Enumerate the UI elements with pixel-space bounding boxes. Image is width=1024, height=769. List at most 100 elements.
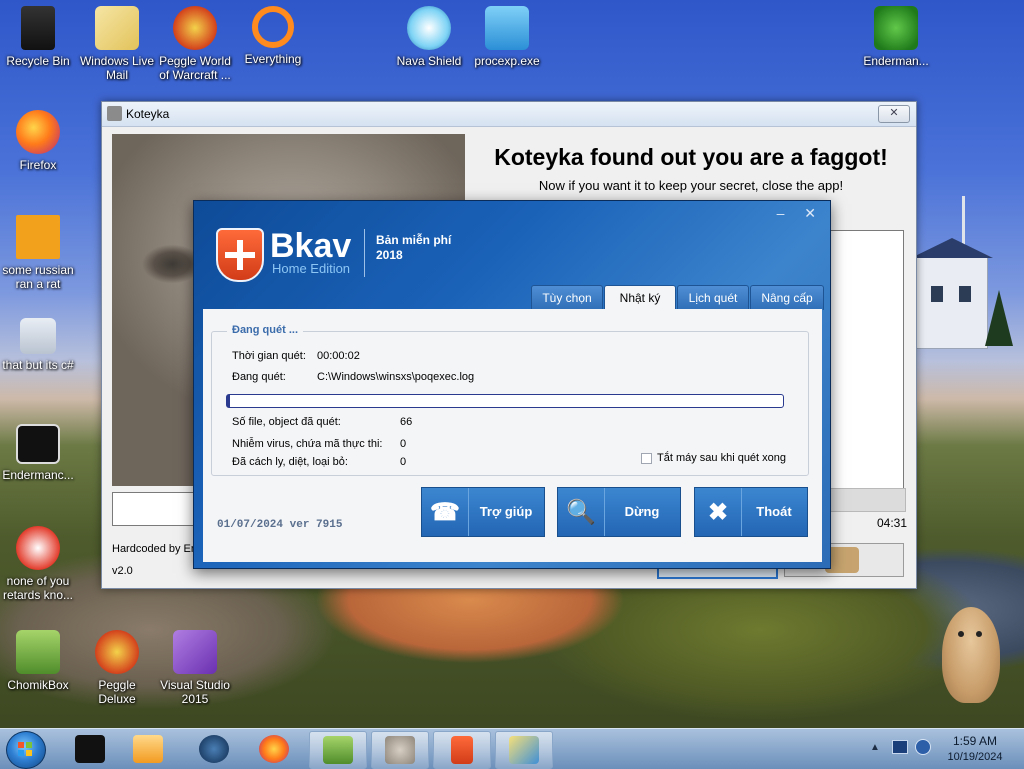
taskbar-item-media-player[interactable] (120, 731, 176, 767)
desktop-icon-label: Firefox (19, 158, 57, 172)
peggle-icon (95, 630, 139, 674)
tab-log[interactable]: Nhật ký (604, 285, 676, 311)
desktop-icon-peggle-wow[interactable]: Peggle World of Warcraft ... (157, 6, 233, 82)
desktop-icon-label: none of you retards kno... (2, 574, 74, 602)
firefox-icon (16, 110, 60, 154)
scan-panel: Đang quét ... Thời gian quét: 00:00:02 Đ… (203, 309, 822, 562)
countdown-progress (828, 488, 906, 512)
desktop-icon-that-but-its-csharp[interactable]: that but its c# (0, 318, 76, 372)
headline: Koteyka found out you are a faggot! (494, 144, 888, 170)
desktop-icon-none-of-you[interactable]: none of you retards kno... (0, 526, 76, 602)
koteyka-titlebar[interactable]: Koteyka ✕ (102, 102, 916, 127)
tab-options[interactable]: Tùy chọn (531, 285, 603, 310)
hamster-eye (976, 631, 982, 637)
infected-value: 0 (400, 438, 407, 450)
cat-icon (385, 736, 415, 764)
desktop-icon-some-russian[interactable]: some russian ran a rat (0, 215, 76, 291)
desktop-icon-visual-studio[interactable]: Visual Studio 2015 (157, 630, 233, 706)
desktop-icon-everything[interactable]: Everything (235, 6, 311, 66)
app-icon (509, 736, 539, 764)
input-box[interactable] (112, 492, 200, 526)
window-title: Koteyka (126, 107, 170, 121)
app-icon (16, 526, 60, 570)
desktop-icon-label: Nava Shield (396, 54, 462, 68)
tray-expand-icon[interactable]: ▲ (870, 742, 880, 753)
hamster-desktop-pet[interactable] (942, 607, 1000, 703)
help-button[interactable]: ☎ Trợ giúp (421, 487, 545, 537)
version-label: v2.0 (112, 565, 133, 577)
desktop-icon-recycle-bin[interactable]: Recycle Bin (0, 6, 76, 68)
exit-button-label: Thoát (756, 504, 792, 519)
desktop-icon-peggle-deluxe[interactable]: Peggle Deluxe (79, 630, 155, 706)
bkav-logo-icon (216, 228, 264, 282)
desktop-icon-label: Visual Studio 2015 (160, 678, 230, 706)
volume-icon[interactable] (915, 739, 931, 755)
taskbar-item-chomikbox[interactable] (309, 731, 367, 769)
desktop-icon-procexp[interactable]: procexp.exe (469, 6, 545, 68)
wallpaper-tree (985, 290, 1013, 346)
mail-icon (95, 6, 139, 50)
chomikbox-icon (323, 736, 353, 764)
taskbar-item-bkav[interactable] (433, 731, 491, 769)
desktop-icon-label: procexp.exe (474, 54, 540, 68)
globe-icon (199, 735, 229, 763)
taskbar-item-recycle[interactable] (62, 731, 118, 767)
network-icon[interactable] (892, 740, 908, 754)
console-icon (16, 424, 60, 464)
desktop-icon-label: Enderman... (863, 54, 929, 68)
chomikbox-icon (16, 630, 60, 674)
taskbar: ▲ 1:59 AM 10/19/2024 (0, 728, 1024, 769)
process-explorer-icon (485, 6, 529, 50)
cat-icon (107, 106, 122, 121)
visual-studio-icon (173, 630, 217, 674)
desktop-icon-enderman[interactable]: Enderman... (858, 6, 934, 68)
start-button[interactable] (6, 731, 46, 769)
desktop-icon-label: Windows Live Mail (79, 54, 155, 82)
house-window (959, 286, 971, 302)
search-icon: 🔍 (558, 488, 605, 536)
close-button[interactable]: ✕ (878, 105, 910, 123)
taskbar-item-koteyka[interactable] (371, 731, 429, 769)
clock-time[interactable]: 1:59 AM (940, 734, 1010, 748)
scan-time-label: Thời gian quét: (232, 350, 306, 362)
infected-label: Nhiễm virus, chứa mã thực thi: (232, 438, 383, 450)
desktop-icon-label: Peggle World of Warcraft ... (159, 54, 231, 82)
taskbar-item-globe[interactable] (186, 731, 242, 767)
hamster-eye (958, 631, 964, 637)
bkav-shield-icon (451, 736, 473, 764)
stop-button-label: Dừng (624, 504, 660, 519)
free-label: Bản miễn phí (376, 233, 452, 247)
shutdown-checkbox-label[interactable]: Tắt máy sau khi quét xong (657, 452, 786, 464)
shutdown-checkbox[interactable] (641, 453, 652, 464)
scanning-path: C:\Windows\winsxs\poqexec.log (317, 371, 475, 383)
taskbar-item-firefox[interactable] (246, 731, 302, 767)
firefox-icon (259, 735, 289, 763)
window-stack-icon (20, 318, 56, 354)
tab-schedule[interactable]: Lịch quét (677, 285, 749, 310)
desktop-icon-label: Endermanc... (2, 468, 74, 482)
peggle-icon (173, 6, 217, 50)
stop-button[interactable]: 🔍 Dừng (557, 487, 681, 537)
files-scanned-label: Số file, object đã quét: (232, 416, 341, 428)
scan-time-value: 00:00:02 (317, 350, 360, 362)
scan-progress-fill (227, 395, 230, 407)
exit-button[interactable]: ✖ Thoát (694, 487, 808, 537)
quarantined-label: Đã cách ly, diệt, loại bỏ: (232, 456, 348, 468)
edition-label: Home Edition (272, 261, 351, 276)
window-controls[interactable]: – ✕ (777, 205, 824, 222)
desktop-icon-firefox[interactable]: Firefox (0, 110, 76, 172)
recycle-bin-icon (75, 735, 105, 763)
clock-date[interactable]: 10/19/2024 (940, 751, 1010, 763)
desktop-icon-label: Recycle Bin (6, 54, 70, 68)
dragon-icon (874, 6, 918, 50)
taskbar-item-app[interactable] (495, 731, 553, 769)
desktop-icon-windows-live-mail[interactable]: Windows Live Mail (79, 6, 155, 82)
desktop-icon-chomikbox[interactable]: ChomikBox (0, 630, 76, 692)
desktop-icon-nava-shield[interactable]: Nava Shield (391, 6, 467, 68)
app-icon (16, 215, 60, 259)
tab-upgrade[interactable]: Nâng cấp (750, 285, 824, 310)
hardcoded-label: Hardcoded by En (112, 543, 197, 555)
help-button-label: Trợ giúp (479, 504, 533, 519)
scan-group-title: Đang quét ... (227, 324, 303, 336)
desktop-icon-endermanc[interactable]: Endermanc... (0, 424, 76, 482)
